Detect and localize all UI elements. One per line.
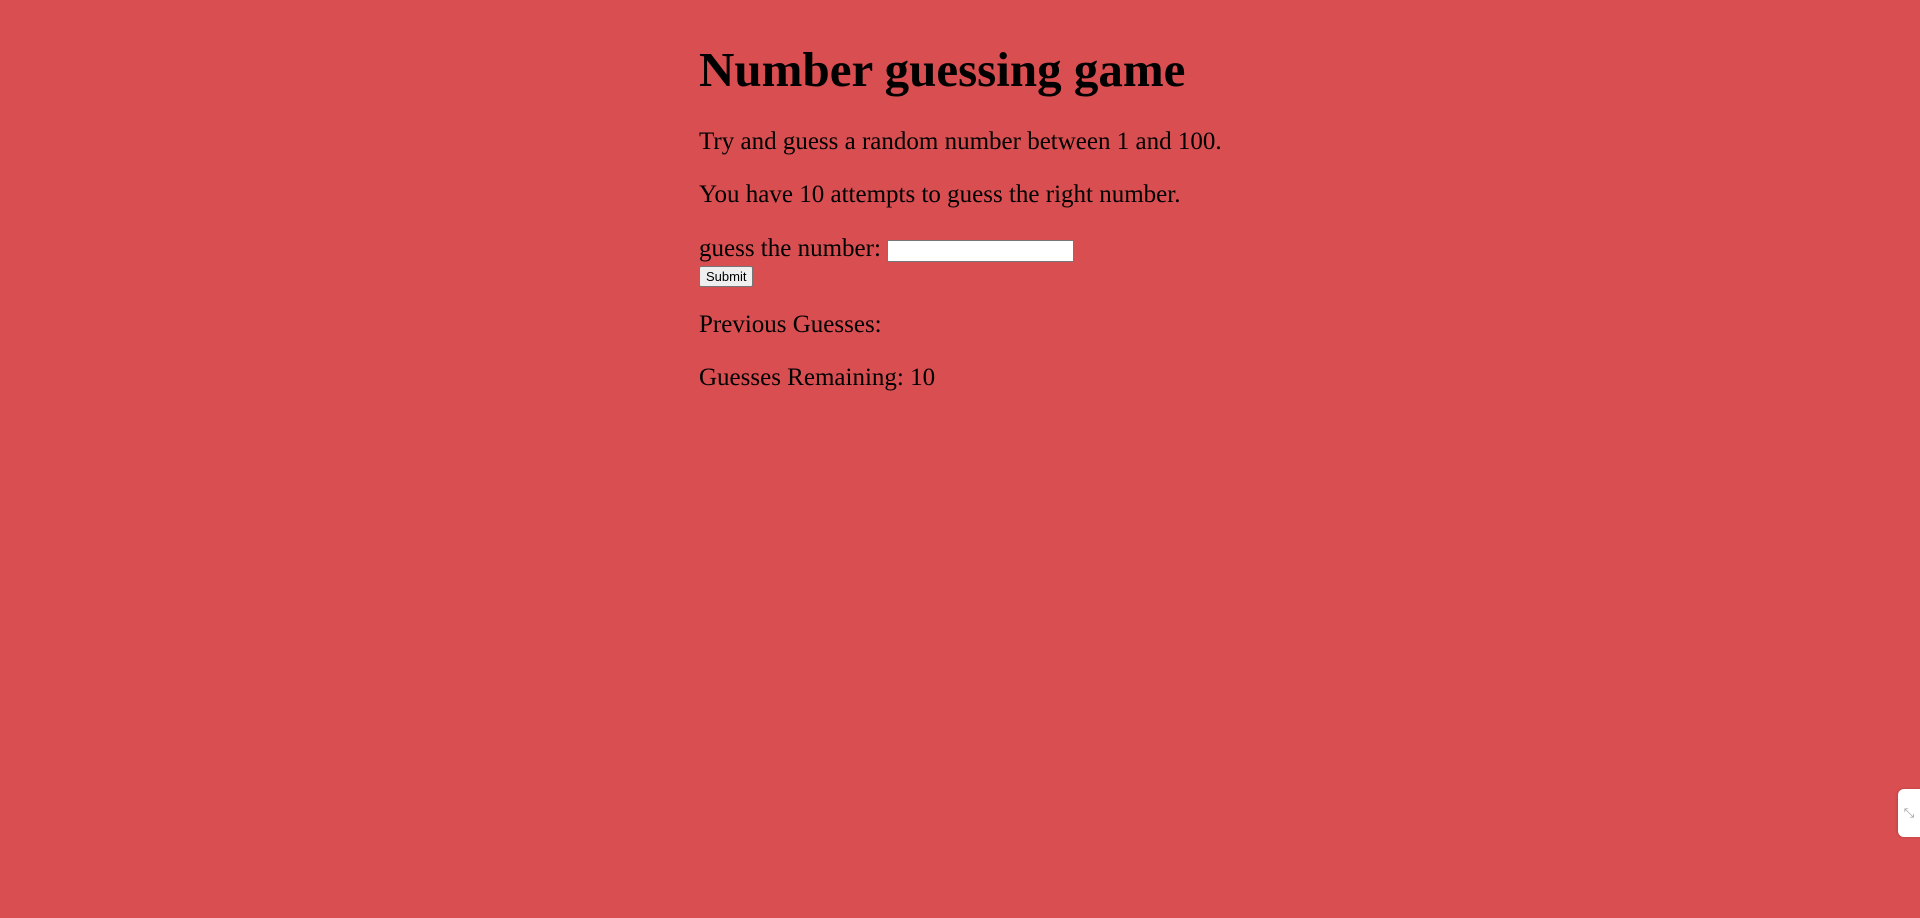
guess-input[interactable]: [886, 239, 1074, 262]
guess-form-row: guess the number:: [699, 232, 1319, 264]
intro-range-text: Try and guess a random number between 1 …: [699, 128, 1222, 155]
page-title: Number guessing game: [699, 42, 1186, 97]
game-container: Number guessing game Try and guess a ran…: [699, 0, 1319, 392]
guesses-remaining-label: Guesses Remaining: 10: [699, 364, 936, 391]
guess-field-label: guess the number:: [699, 234, 881, 262]
previous-guesses-label: Previous Guesses:: [699, 311, 882, 338]
submit-button[interactable]: Submit: [699, 266, 754, 287]
intro-attempts-text: You have 10 attempts to guess the right …: [699, 181, 1181, 208]
collapse-icon: ⤡: [1903, 805, 1915, 821]
side-panel-handle[interactable]: ⤡: [1898, 789, 1920, 837]
